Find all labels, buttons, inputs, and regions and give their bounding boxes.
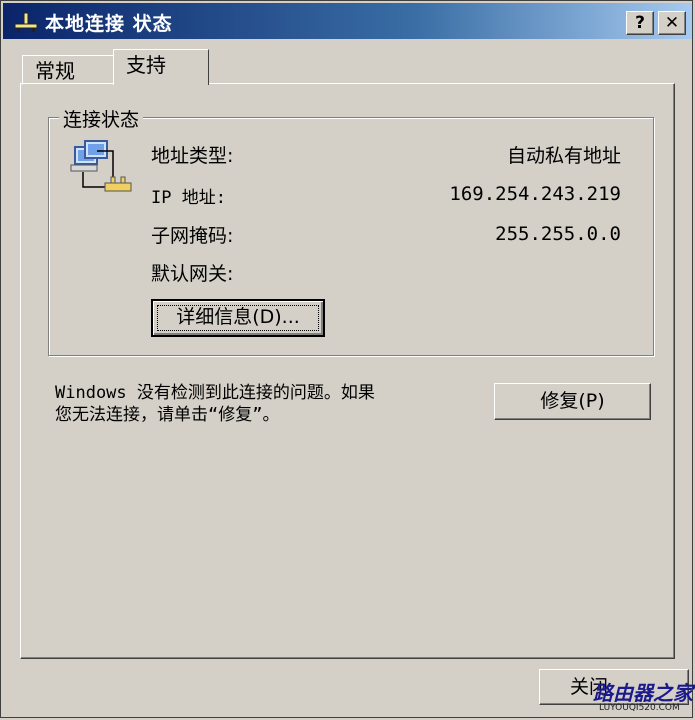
tab-support[interactable]: 支持: [113, 49, 209, 85]
tab-general-label: 常规: [35, 59, 75, 83]
close-window-button[interactable]: ✕: [658, 11, 686, 35]
watermark-text: 路由器之家: [593, 681, 693, 705]
subnet-mask-label: 子网掩码:: [151, 225, 234, 247]
watermark-url: LUYOUQI520.COM: [599, 703, 680, 713]
support-message-line-2: 您无法连接，请单击“修复”。: [55, 405, 280, 425]
address-type-label: 地址类型:: [151, 145, 234, 167]
default-gateway-label: 默认网关:: [151, 263, 234, 285]
help-button[interactable]: ?: [626, 11, 654, 35]
connection-status-legend: 连接状态: [59, 105, 144, 132]
ip-address-value: 169.254.243.219: [449, 183, 621, 205]
network-connection-icon: [14, 12, 38, 32]
watermark-logo: 路由器之家 LUYOUQI520.COM: [593, 677, 693, 717]
focus-ring: [157, 305, 319, 331]
window-title: 本地连接 状态: [45, 13, 173, 35]
network-connection-icon: [70, 140, 132, 192]
repair-button[interactable]: 修复(P): [494, 383, 651, 420]
address-type-value: 自动私有地址: [506, 145, 621, 167]
support-message-line-1: Windows 没有检测到此连接的问题。如果: [55, 383, 375, 403]
details-button[interactable]: 详细信息(D)...: [151, 299, 325, 337]
subnet-mask-value: 255.255.0.0: [495, 223, 621, 245]
ip-address-label: IP 地址:: [151, 188, 226, 208]
support-message: Windows 没有检测到此连接的问题。如果 您无法连接，请单击“修复”。: [55, 382, 485, 426]
status-dialog: 本地连接 状态 ? ✕ 常规 支持 连接状态 地址类型: 自动私有地址 IP 地…: [0, 0, 693, 718]
title-bar[interactable]: 本地连接 状态 ? ✕: [3, 3, 692, 39]
tab-support-label: 支持: [126, 53, 166, 77]
tab-general[interactable]: 常规: [22, 55, 114, 85]
